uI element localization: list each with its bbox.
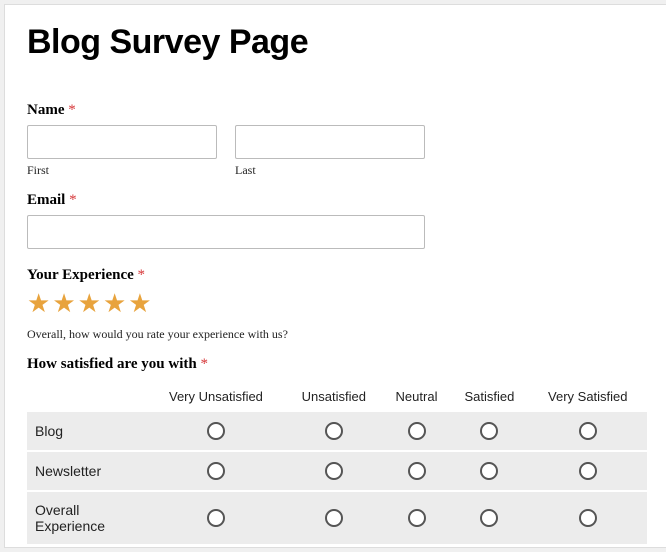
email-input[interactable] [27,215,425,249]
last-name-sublabel: Last [235,163,425,178]
survey-page: Blog Survey Page Name * First Last Email… [4,4,666,548]
first-name-sublabel: First [27,163,217,178]
matrix-col-header: Unsatisfied [285,383,383,410]
name-label: Name * [27,102,647,119]
radio-button[interactable] [325,462,343,480]
radio-button[interactable] [207,422,225,440]
radio-button[interactable] [579,422,597,440]
name-field: Name * First Last [27,102,647,178]
matrix-cell [383,452,451,490]
star-rating[interactable]: ★★★★★ [27,290,647,317]
matrix-cell [450,452,528,490]
radio-button[interactable] [579,509,597,527]
matrix-cell [285,412,383,450]
radio-button[interactable] [325,509,343,527]
first-name-input[interactable] [27,125,217,159]
matrix-col-header: Very Unsatisfied [147,383,285,410]
radio-button[interactable] [325,422,343,440]
matrix-row: Newsletter [27,452,647,490]
radio-button[interactable] [408,462,426,480]
matrix-cell [529,412,647,450]
matrix-col-header: Neutral [383,383,451,410]
experience-label: Your Experience * [27,267,647,284]
name-label-text: Name [27,102,65,118]
matrix-row-label: Newsletter [27,452,147,490]
star-icon[interactable]: ★ [52,290,75,316]
matrix-row: Overall Experience [27,492,647,544]
required-marker: * [69,192,77,208]
matrix-row: Blog [27,412,647,450]
radio-button[interactable] [207,509,225,527]
required-marker: * [68,102,76,118]
matrix-cell [147,492,285,544]
required-marker: * [200,356,208,372]
star-icon[interactable]: ★ [128,290,151,316]
star-icon[interactable]: ★ [27,290,50,316]
radio-button[interactable] [408,509,426,527]
email-label-text: Email [27,192,65,208]
radio-button[interactable] [579,462,597,480]
matrix-cell [285,452,383,490]
matrix-cell [383,412,451,450]
matrix-row-label: Blog [27,412,147,450]
email-field: Email * [27,192,647,249]
radio-button[interactable] [480,422,498,440]
satisfaction-label-text: How satisfied are you with [27,356,197,372]
experience-label-text: Your Experience [27,267,134,283]
radio-button[interactable] [480,509,498,527]
matrix-row-label: Overall Experience [27,492,147,544]
matrix-cell [450,492,528,544]
experience-field: Your Experience * ★★★★★ Overall, how wou… [27,267,647,342]
satisfaction-label: How satisfied are you with * [27,356,647,373]
star-icon[interactable]: ★ [78,290,101,316]
matrix-cell [147,452,285,490]
radio-button[interactable] [408,422,426,440]
matrix-cell [383,492,451,544]
matrix-cell [529,492,647,544]
matrix-cell [285,492,383,544]
satisfaction-field: How satisfied are you with * Very Unsati… [27,356,647,546]
page-title: Blog Survey Page [27,23,647,62]
satisfaction-matrix: Very UnsatisfiedUnsatisfiedNeutralSatisf… [27,381,647,546]
experience-caption: Overall, how would you rate your experie… [27,327,647,342]
matrix-col-header: Satisfied [450,383,528,410]
matrix-col-header: Very Satisfied [529,383,647,410]
radio-button[interactable] [480,462,498,480]
email-label: Email * [27,192,647,209]
radio-button[interactable] [207,462,225,480]
matrix-cell [147,412,285,450]
matrix-corner [27,383,147,410]
star-icon[interactable]: ★ [103,290,126,316]
last-name-input[interactable] [235,125,425,159]
matrix-cell [450,412,528,450]
matrix-cell [529,452,647,490]
required-marker: * [138,267,146,283]
